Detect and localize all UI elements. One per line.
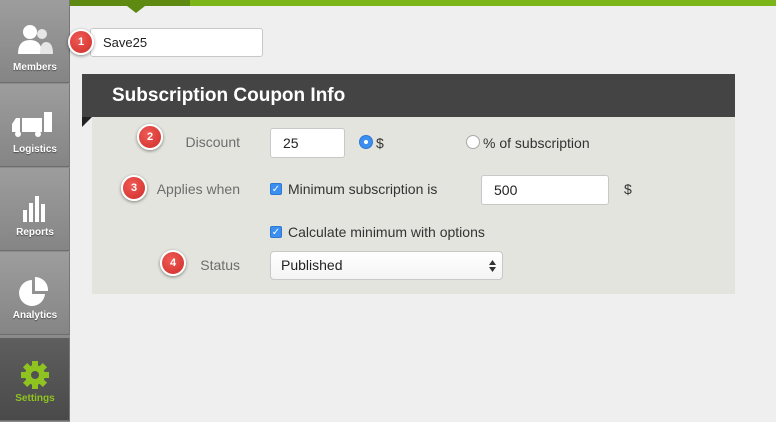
sidebar-item-logistics[interactable]: Logistics [0, 84, 70, 167]
step-badge-1: 1 [68, 29, 94, 55]
panel-title: Subscription Coupon Info [112, 85, 346, 106]
sidebar-item-settings[interactable]: Settings [0, 338, 70, 421]
status-label: Status [200, 257, 240, 273]
sidebar-item-analytics[interactable]: Analytics [0, 252, 70, 335]
select-arrows-icon [489, 260, 496, 272]
status-select[interactable]: Published [270, 251, 503, 280]
percent-option-label: % of subscription [483, 135, 590, 151]
sidebar-item-label: Analytics [12, 310, 58, 321]
sidebar: Members Logistics Reports Analytics Sett… [0, 0, 70, 422]
sidebar-item-label: Logistics [13, 144, 57, 155]
min-subscription-input[interactable]: 500 [481, 175, 609, 205]
bar-chart-icon [23, 196, 45, 222]
panel-header: Subscription Coupon Info [82, 74, 735, 117]
panel-header-corner [82, 117, 92, 127]
sidebar-item-label: Settings [15, 393, 55, 404]
pie-chart-icon [19, 276, 49, 306]
truck-icon [12, 112, 52, 137]
dollar-radio[interactable] [359, 135, 373, 149]
sidebar-item-members[interactable]: Members [0, 0, 70, 83]
status-selected-value: Published [281, 257, 343, 273]
gear-icon [21, 361, 49, 389]
active-tab-notch [127, 6, 145, 13]
sidebar-item-label: Members [13, 62, 57, 73]
dollar-option-label: $ [376, 135, 384, 151]
members-icon [18, 25, 53, 54]
sidebar-item-reports[interactable]: Reports [0, 168, 70, 251]
calc-with-options-label: Calculate minimum with options [288, 224, 485, 240]
min-subscription-unit: $ [624, 181, 632, 197]
calc-with-options-checkbox[interactable]: ✓ [270, 226, 282, 238]
min-subscription-label: Minimum subscription is [288, 181, 438, 197]
percent-radio[interactable] [466, 135, 480, 149]
discount-input[interactable]: 25 [270, 128, 345, 158]
applies-when-label: Applies when [156, 181, 240, 197]
sidebar-item-label: Reports [16, 227, 54, 238]
min-subscription-checkbox[interactable]: ✓ [270, 183, 282, 195]
discount-label: Discount [185, 134, 240, 150]
coupon-code-input[interactable]: Save25 [90, 28, 263, 57]
